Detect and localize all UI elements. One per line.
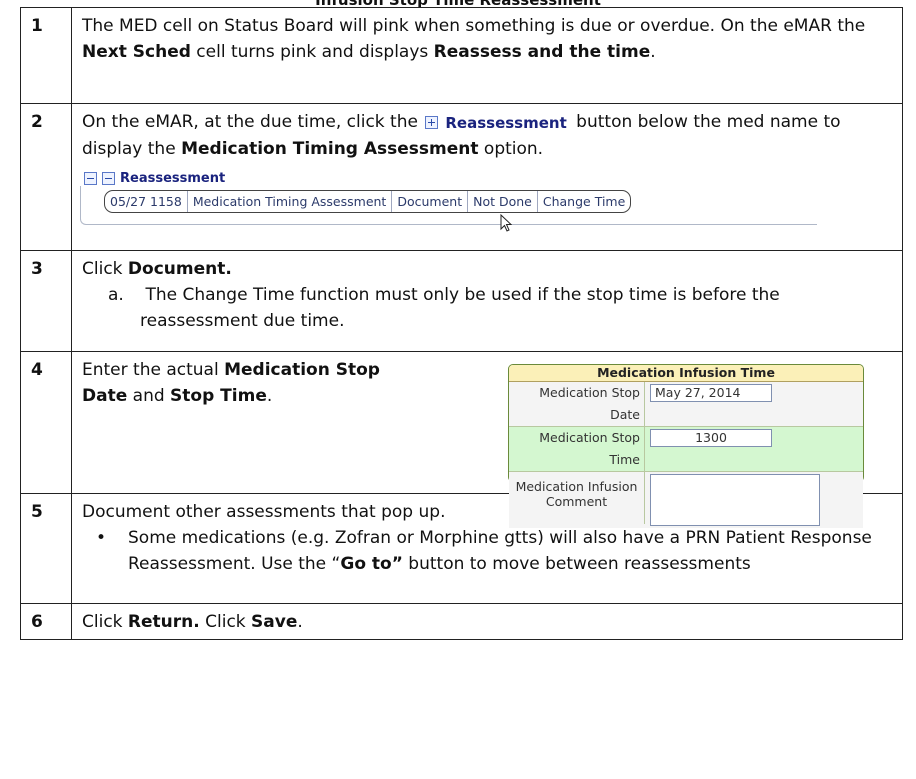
step-number: 2 (20, 103, 72, 251)
step-row-1: 1 The MED cell on Status Board will pink… (20, 7, 903, 104)
bullet-text: button to move between reassessments (402, 553, 751, 574)
steps-table: 1 The MED cell on Status Board will pink… (20, 7, 903, 640)
step-text: On the eMAR, at the due time, click the (82, 112, 424, 132)
expand-plus-icon (425, 116, 439, 129)
document-button[interactable]: Document (392, 190, 469, 212)
step-content: Click Document. a. The Change Time funct… (71, 249, 903, 352)
field-cell (645, 472, 863, 528)
step-row-6: 6 Click Return. Click Save. (20, 602, 903, 640)
step-text: The MED cell on Status Board will pink w… (82, 16, 866, 36)
form-row-stop-date: Medication Stop Date May 27, 2014 (509, 381, 863, 427)
step-text: Click (199, 611, 252, 632)
assessment-name: Medication Timing Assessment (188, 190, 393, 212)
stop-time-field[interactable]: 1300 (650, 428, 772, 447)
collapse-minus-icon[interactable] (84, 172, 97, 185)
step-text: Click (82, 258, 128, 279)
return-term: Return. (127, 611, 200, 632)
step-text: . (297, 611, 303, 632)
step-text: . (266, 385, 273, 406)
step-content: Click Return. Click Save. (71, 602, 903, 640)
stop-time-term: Stop Time (170, 385, 267, 406)
reassessment-button-image: Reassessment (425, 110, 567, 136)
step-text: . (650, 42, 656, 62)
step-text: Document other assessments that pop up. (82, 501, 446, 522)
field-label: Medication Infusion Comment (509, 471, 645, 524)
step-text: Enter the actual (82, 359, 225, 380)
step-content: On the eMAR, at the due time, click the … (71, 103, 903, 251)
step-number: 6 (20, 602, 72, 640)
bullet-list: Some medications (e.g. Zofran or Morphin… (82, 525, 892, 577)
save-term: Save (251, 611, 298, 632)
step-number: 1 (20, 7, 72, 104)
form-title: Medication Infusion Time (509, 364, 863, 382)
step-text: cell turns pink and displays (190, 42, 434, 62)
step-text-block: Enter the actual Medication Stop Date an… (82, 357, 382, 409)
stop-date-field[interactable]: May 27, 2014 (650, 383, 772, 402)
field-label: Medication Stop Time (509, 426, 645, 471)
document-term: Document. (127, 258, 232, 279)
form-row-stop-time: Medication Stop Time 1300 (509, 426, 863, 472)
form-row-comment: Medication Infusion Comment (509, 471, 863, 528)
step-row-3: 3 Click Document. a. The Change Time fun… (20, 249, 903, 352)
step-number: 5 (20, 492, 72, 604)
field-label: Medication Stop Date (509, 381, 645, 426)
infusion-time-form: Medication Infusion Time Medication Stop… (508, 363, 864, 528)
step4-cell: Enter the actual Medication Stop Date an… (82, 357, 892, 528)
next-sched-term: Next Sched (82, 42, 191, 62)
field-cell: May 27, 2014 (645, 382, 863, 426)
step-text: and (127, 385, 171, 406)
step-row-4: 4 Enter the actual Medication Stop Date … (20, 350, 903, 528)
step-content: The MED cell on Status Board will pink w… (71, 7, 903, 104)
step-number: 4 (20, 350, 72, 494)
step-row-2: 2 On the eMAR, at the due time, click th… (20, 103, 903, 251)
bullet-item: Some medications (e.g. Zofran or Morphin… (82, 525, 892, 577)
step-content: Enter the actual Medication Stop Date an… (71, 350, 903, 528)
sub-marker: a. (108, 284, 124, 305)
not-done-button[interactable]: Not Done (468, 190, 538, 212)
due-datetime: 05/27 1158 (105, 190, 188, 212)
field-cell: 1300 (645, 427, 863, 471)
change-time-button[interactable]: Change Time (538, 191, 630, 212)
reassess-term: Reassess and the time (433, 42, 651, 62)
sub-list: a. The Change Time function must only be… (82, 282, 892, 334)
infusion-comment-field[interactable] (650, 473, 820, 526)
reassessment-label: Reassessment (445, 113, 567, 132)
sub-text: The Change Time function must only be us… (140, 284, 780, 331)
go-to-term: Go to” (340, 553, 403, 574)
step-number: 3 (20, 249, 72, 352)
reassessment-panel: Reassessment 05/27 1158 Medication Timin… (80, 164, 820, 246)
mouse-pointer-icon (500, 213, 512, 232)
sub-list-item: a. The Change Time function must only be… (82, 282, 892, 334)
collapse-minus-icon[interactable] (102, 172, 115, 185)
step-text: Click (82, 611, 128, 632)
step-text: option. (478, 138, 544, 159)
reassessment-pill: 05/27 1158 Medication Timing Assessment … (104, 189, 632, 213)
timing-assessment-term: Medication Timing Assessment (181, 138, 479, 159)
